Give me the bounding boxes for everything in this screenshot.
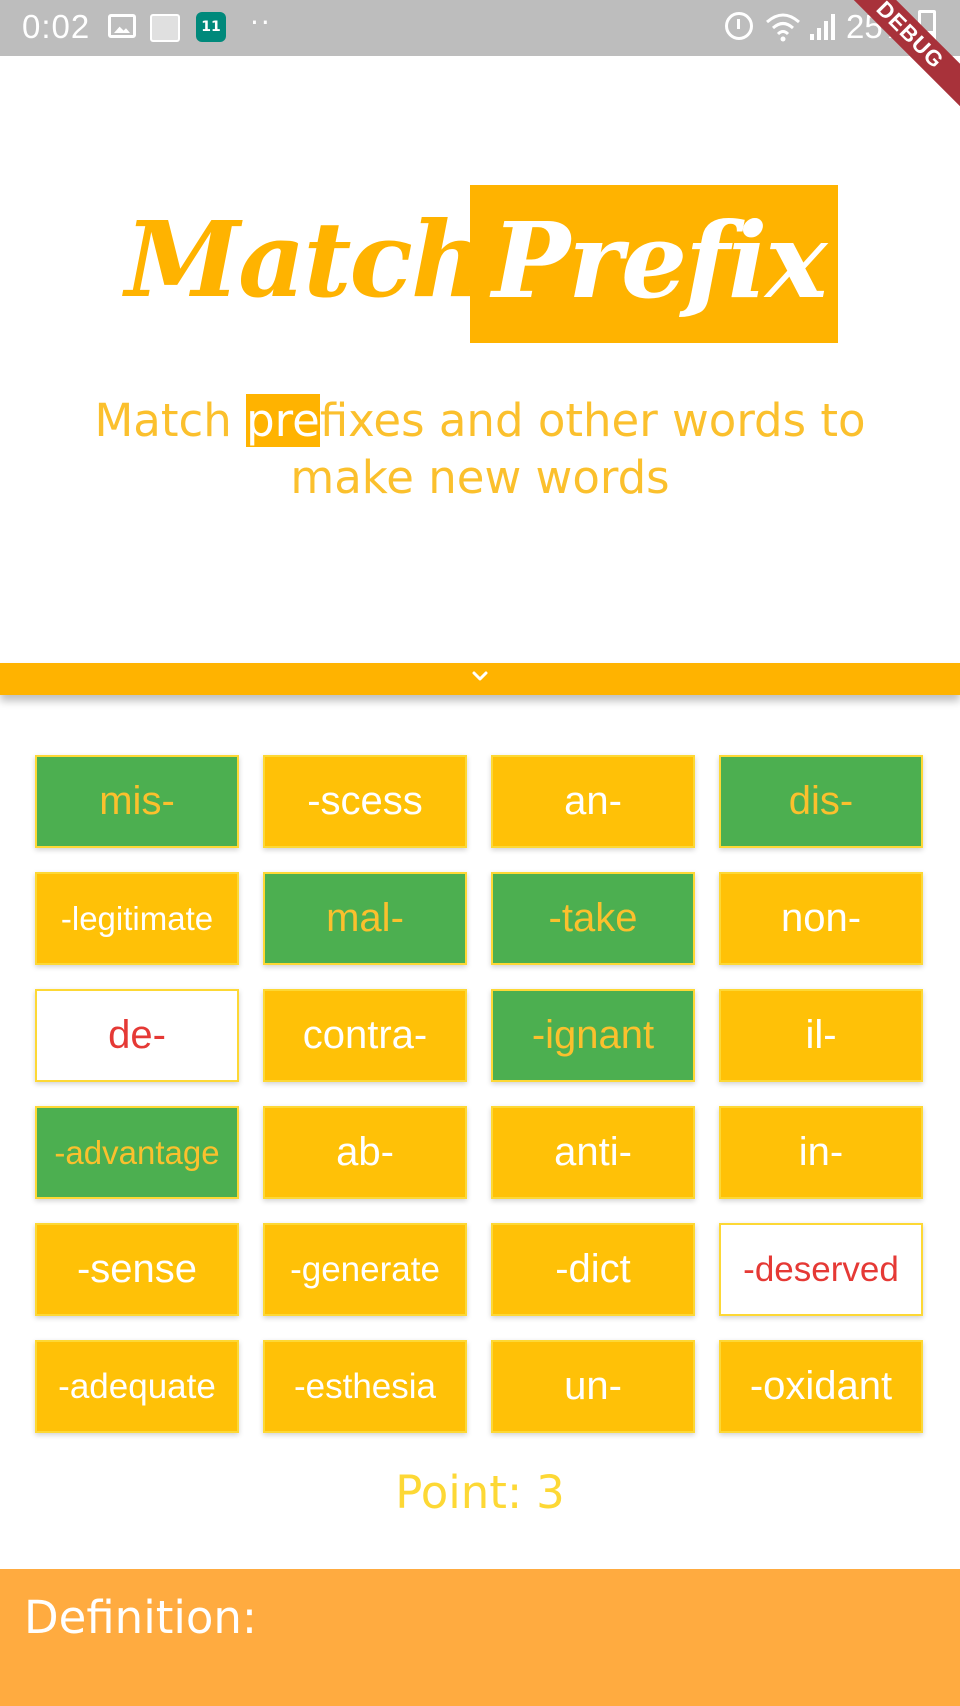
word-tile[interactable]: dis- xyxy=(719,755,923,848)
word-tile[interactable]: in- xyxy=(719,1106,923,1199)
logo-word-prefix: Prefix xyxy=(492,199,827,322)
signal-icon xyxy=(810,14,835,40)
definition-panel: Definition: xyxy=(0,1569,960,1706)
word-tile[interactable]: -dict xyxy=(491,1223,695,1316)
word-tile[interactable]: -take xyxy=(491,872,695,965)
status-bar: 0:02 11 ·· 25% xyxy=(0,0,960,56)
word-tile[interactable]: -sense xyxy=(35,1223,239,1316)
collapse-bar[interactable] xyxy=(0,663,960,695)
app-logo: Match Prefix xyxy=(0,180,960,350)
logo-word-match: Match xyxy=(125,198,486,321)
word-tile[interactable]: contra- xyxy=(263,989,467,1082)
word-tile[interactable]: -generate xyxy=(263,1223,467,1316)
book-icon xyxy=(150,14,180,42)
word-tile[interactable]: -scess xyxy=(263,755,467,848)
word-tile[interactable]: il- xyxy=(719,989,923,1082)
word-tile[interactable]: mal- xyxy=(263,872,467,965)
word-tile[interactable]: -esthesia xyxy=(263,1340,467,1433)
word-tile[interactable]: mis- xyxy=(35,755,239,848)
alarm-icon xyxy=(725,12,753,40)
points-value: 3 xyxy=(536,1466,565,1519)
subtitle-end: fixes and other words to make new words xyxy=(290,394,866,504)
gallery-icon xyxy=(108,14,136,38)
chevron-down-icon[interactable] xyxy=(471,667,489,685)
points-label: Point: xyxy=(395,1466,523,1519)
definition-label: Definition: xyxy=(24,1591,258,1644)
subtitle-highlight: pre xyxy=(246,394,320,447)
more-notifications-icon: ·· xyxy=(250,6,272,39)
word-tile[interactable]: -deserved xyxy=(719,1223,923,1316)
word-tile[interactable]: -oxidant xyxy=(719,1340,923,1433)
wifi-icon xyxy=(766,13,800,42)
word-tile[interactable]: -ignant xyxy=(491,989,695,1082)
points-display: Point: 3 xyxy=(0,1466,960,1519)
word-tile[interactable]: un- xyxy=(491,1340,695,1433)
word-tile[interactable]: ab- xyxy=(263,1106,467,1199)
subtitle: Match prefixes and other words to make n… xyxy=(40,392,920,506)
calendar-icon: 11 xyxy=(196,12,226,42)
word-tile[interactable]: -legitimate xyxy=(35,872,239,965)
word-tile[interactable]: an- xyxy=(491,755,695,848)
word-tile[interactable]: de- xyxy=(35,989,239,1082)
status-time: 0:02 xyxy=(22,8,91,45)
word-tile[interactable]: -adequate xyxy=(35,1340,239,1433)
word-tile[interactable]: -advantage xyxy=(35,1106,239,1199)
subtitle-start: Match xyxy=(94,394,247,447)
word-tile[interactable]: non- xyxy=(719,872,923,965)
logo-prefix-box: Prefix xyxy=(470,185,838,343)
word-tile-grid: mis- -scess an-dis- -legitimate mal- -take non… xyxy=(35,755,923,1433)
word-tile[interactable]: anti- xyxy=(491,1106,695,1199)
